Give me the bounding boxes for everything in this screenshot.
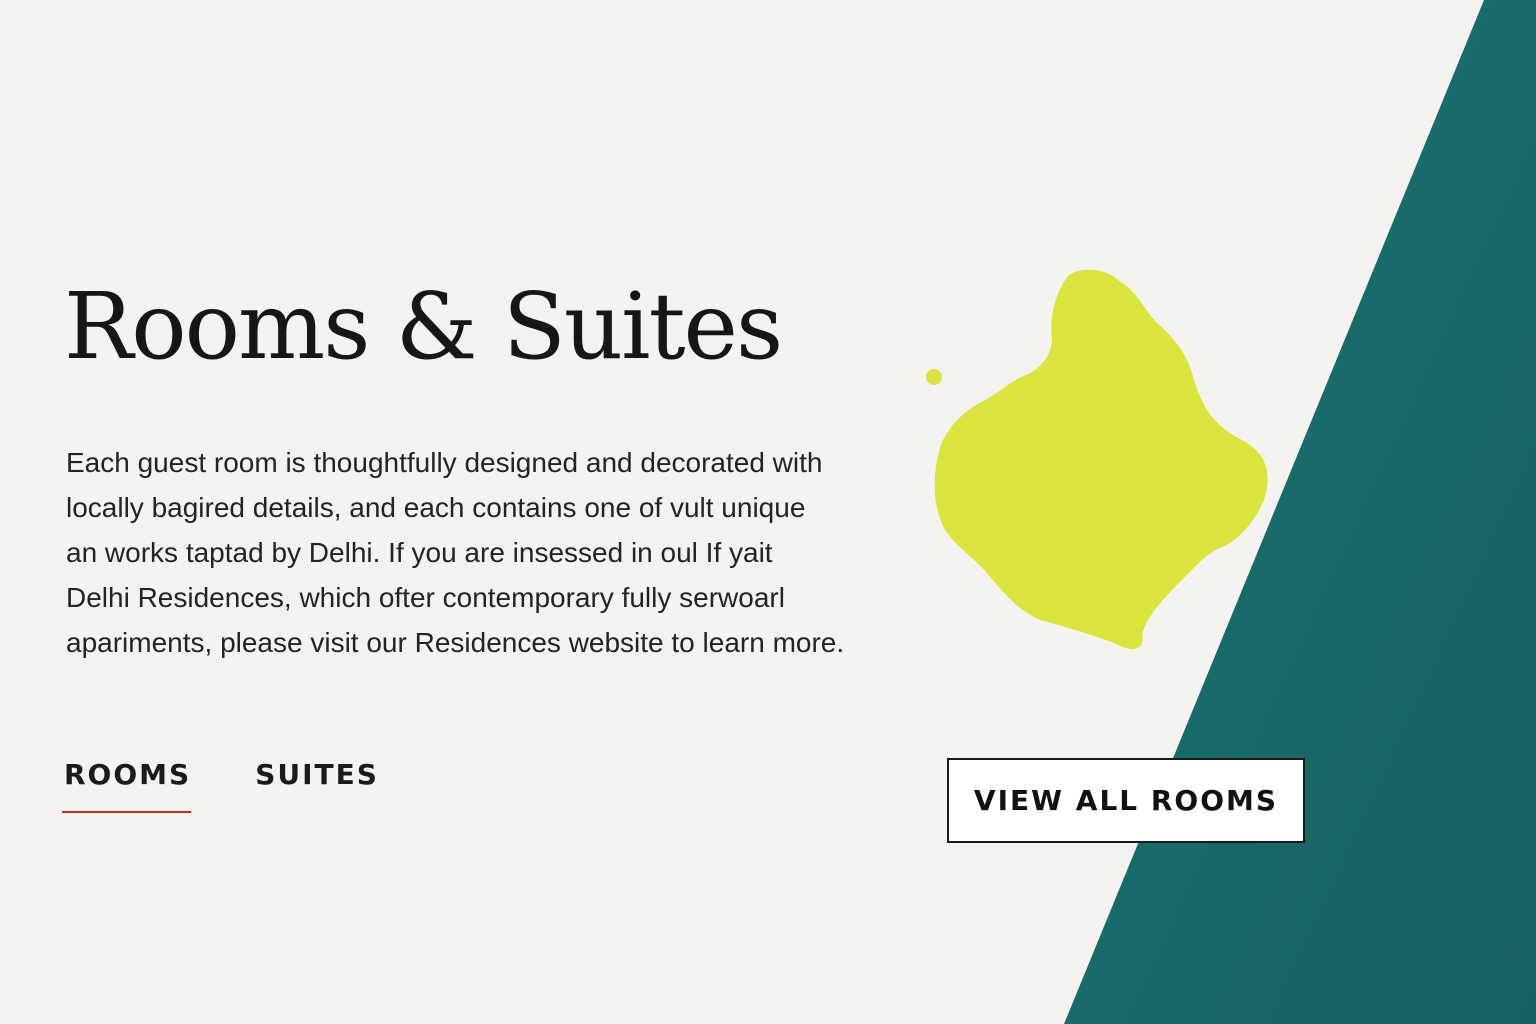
paint-splash-decoration: [926, 269, 1268, 649]
intro-line: apariments, please visit our Residences …: [66, 627, 845, 658]
intro-line: Each guest room is thoughtfully designed…: [66, 447, 823, 478]
room-type-tabs: ROOMS SUITES: [61, 758, 379, 813]
intro-line: an works taptad by Delhi. If you are ins…: [66, 537, 773, 568]
intro-line: locally bagired details, and each contai…: [66, 492, 806, 523]
page-title: Rooms & Suites: [64, 273, 783, 380]
tab-suites[interactable]: SUITES: [255, 758, 379, 813]
tab-rooms[interactable]: ROOMS: [61, 758, 192, 813]
intro-paragraph: Each guest room is thoughtfully designed…: [66, 440, 866, 665]
intro-line: Delhi Residences, which ofter contempora…: [66, 582, 785, 613]
view-all-rooms-button[interactable]: VIEW ALL ROOMS: [947, 758, 1305, 843]
